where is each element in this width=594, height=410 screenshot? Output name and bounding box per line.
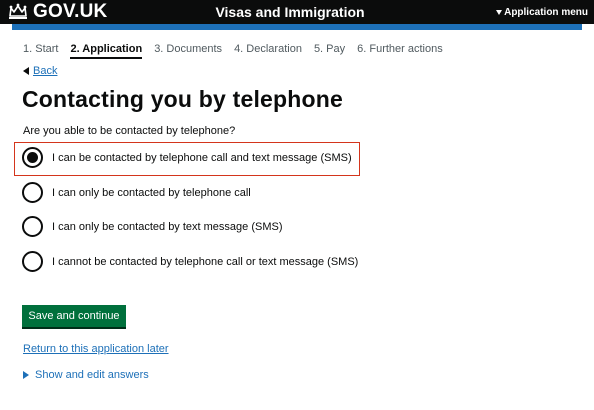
save-and-continue-button[interactable]: Save and continue: [22, 305, 126, 327]
back-link[interactable]: Back: [23, 65, 57, 77]
expand-arrow-icon: [23, 371, 29, 379]
radio-label: I can only be contacted by text message …: [52, 220, 283, 233]
radio-button[interactable]: [22, 182, 43, 203]
logo-text: GOV.UK: [33, 1, 108, 22]
show-edit-answers-toggle[interactable]: Show and edit answers: [23, 369, 149, 381]
crown-icon: [9, 3, 27, 19]
radio-option-call-only[interactable]: I can only be contacted by telephone cal…: [22, 182, 251, 203]
step-further-actions: 6. Further actions: [357, 43, 443, 55]
radio-option-no-contact[interactable]: I cannot be contacted by telephone call …: [22, 251, 358, 272]
site-header: GOV.UK Visas and Immigration Application…: [0, 0, 594, 24]
radio-label: I can be contacted by telephone call and…: [52, 151, 352, 164]
return-later-link[interactable]: Return to this application later: [23, 343, 169, 355]
caret-down-icon: [496, 9, 503, 15]
radio-button[interactable]: [22, 147, 43, 168]
step-application: 2. Application: [70, 42, 143, 59]
step-navigation: 1. Start 2. Application 3. Documents 4. …: [23, 42, 455, 59]
application-menu-label: Application menu: [504, 6, 588, 18]
radio-label: I can only be contacted by telephone cal…: [52, 186, 251, 199]
radio-option-sms-only[interactable]: I can only be contacted by text message …: [22, 216, 283, 237]
back-arrow-icon: [23, 67, 29, 75]
service-name: Visas and Immigration: [215, 4, 365, 20]
step-documents: 3. Documents: [154, 43, 223, 55]
radio-button[interactable]: [22, 251, 43, 272]
step-declaration: 4. Declaration: [234, 43, 302, 55]
radio-button[interactable]: [22, 216, 43, 237]
step-start: 1. Start: [23, 43, 59, 55]
back-link-label: Back: [33, 65, 58, 77]
application-menu-button[interactable]: Application menu: [496, 0, 588, 24]
radio-label: I cannot be contacted by telephone call …: [52, 255, 359, 268]
govuk-logo[interactable]: GOV.UK: [7, 0, 107, 24]
question-label: Are you able to be contacted by telephon…: [23, 125, 236, 137]
header-accent-bar: [12, 24, 582, 30]
show-edit-answers-label: Show and edit answers: [35, 369, 149, 381]
step-pay: 5. Pay: [313, 43, 346, 55]
radio-selected-dot: [27, 152, 38, 163]
page-title: Contacting you by telephone: [22, 86, 344, 112]
radio-option-call-and-sms[interactable]: I can be contacted by telephone call and…: [22, 147, 352, 168]
